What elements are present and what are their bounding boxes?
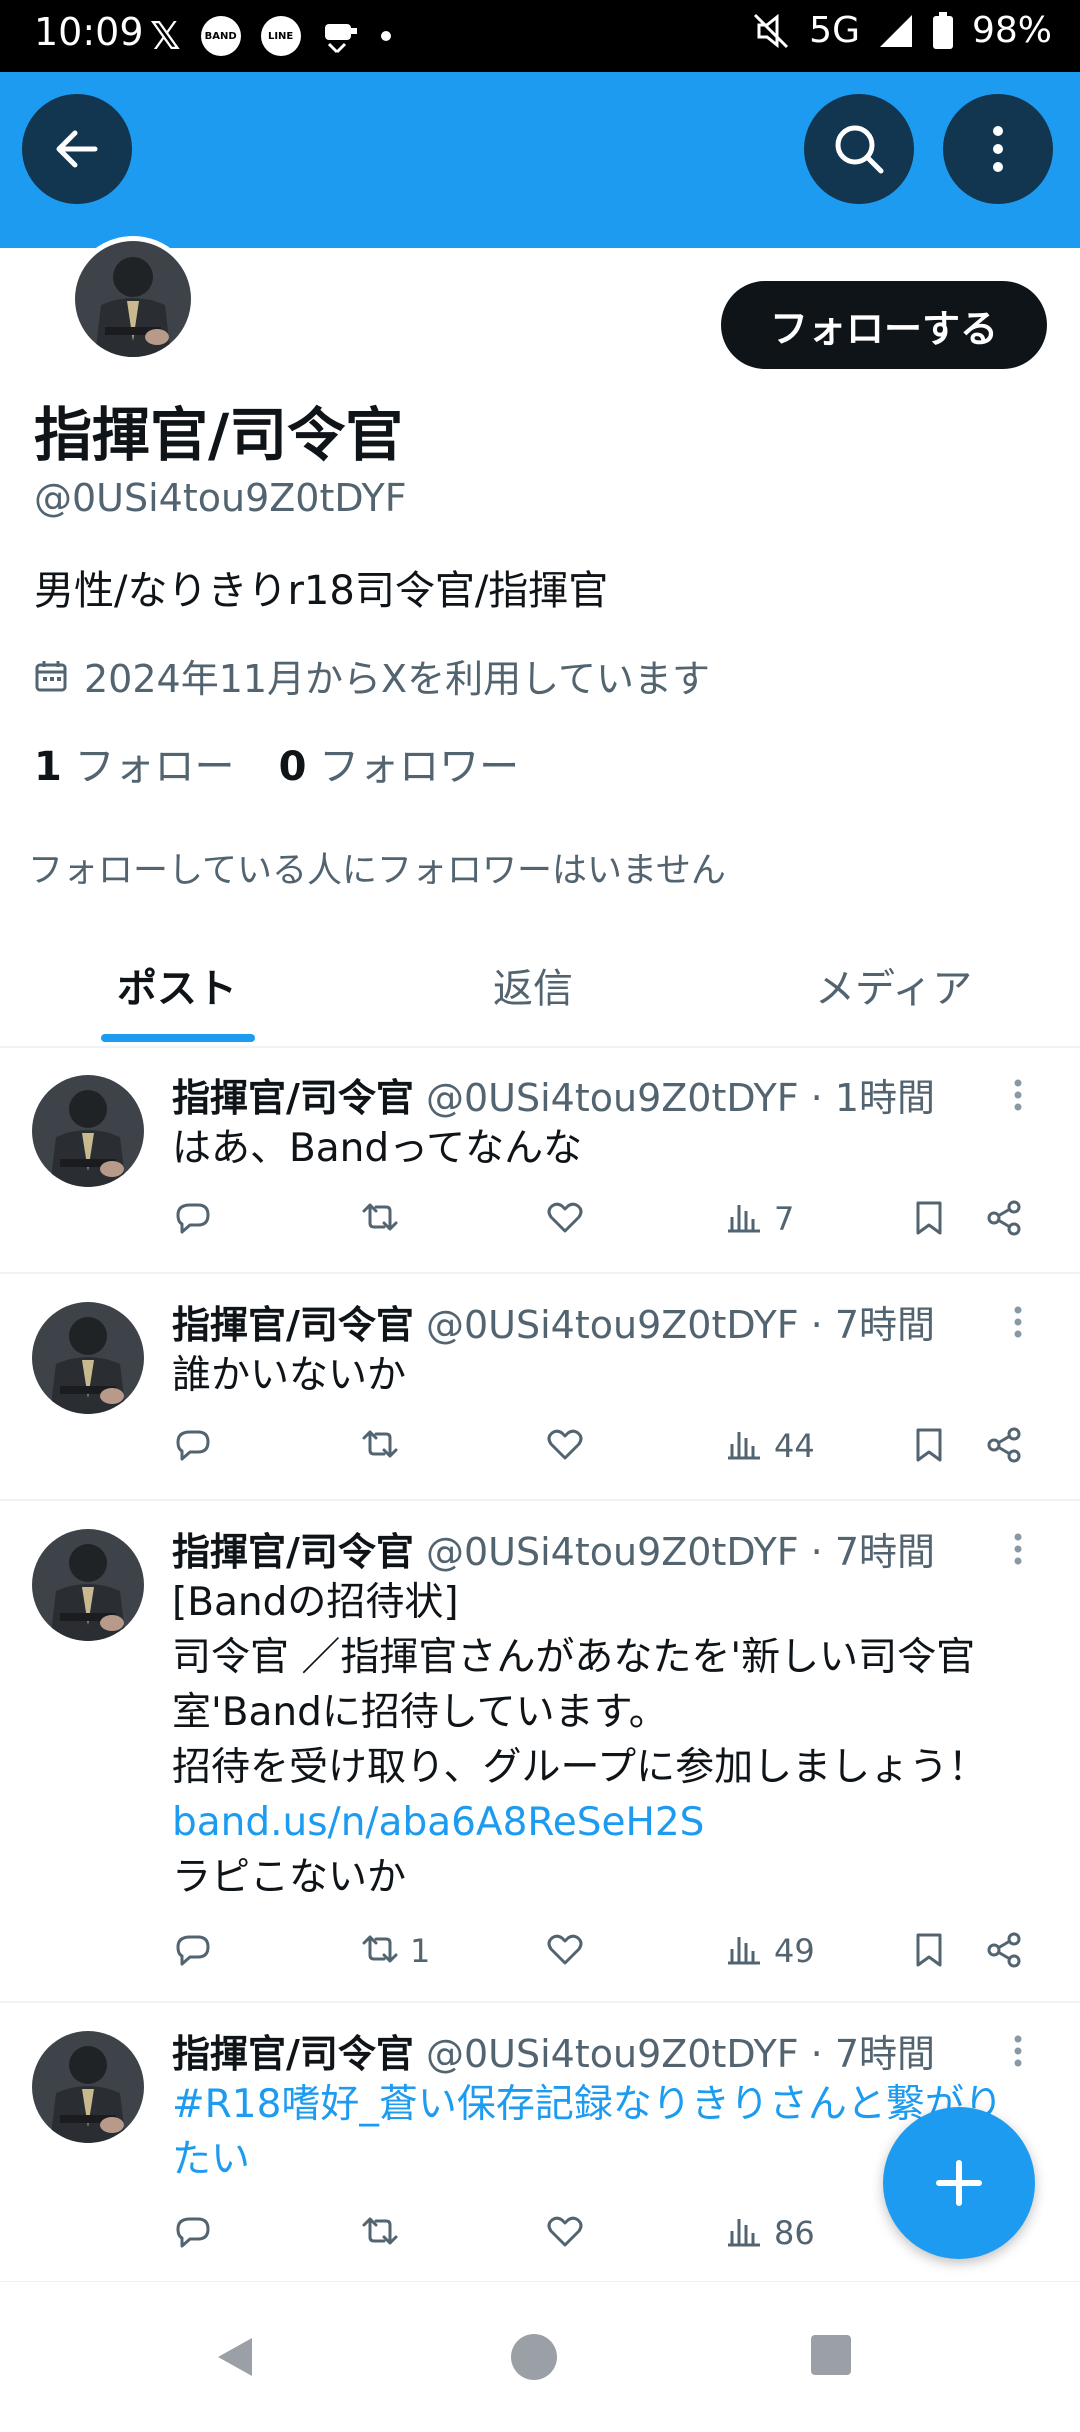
post-item[interactable]: 指揮官/司令官 @0USi4tou9Z0tDYF · 7時間 誰かいないか 44	[0, 1274, 1080, 1501]
views-count: 44	[774, 1427, 815, 1465]
post-text: [Bandの招待状] 司令官 ／指揮官さんがあなたを'新しい司令官 室'Band…	[172, 1575, 1032, 1905]
like-icon[interactable]	[543, 1929, 587, 1973]
bookmark-icon[interactable]	[908, 1929, 952, 1973]
mute-icon	[751, 11, 791, 51]
user-handle: @0USi4tou9Z0tDYF	[34, 476, 407, 520]
post-header: 指揮官/司令官 @0USi4tou9Z0tDYF · 7時間	[172, 2032, 936, 2076]
battery-level: 98%	[971, 10, 1052, 51]
x-icon: 𝕏	[150, 14, 181, 58]
tab-replies[interactable]: 返信	[493, 956, 573, 1014]
profile-bio: 男性/なりきりr18司令官/指揮官	[34, 568, 609, 614]
post-more-icon[interactable]	[1012, 1531, 1024, 1567]
calendar-icon	[35, 660, 67, 691]
status-bar: 10:09 𝕏 BAND LINE 5G 98%	[0, 0, 1080, 72]
follow-stats: 1 フォロー 0 フォロワー	[34, 734, 519, 792]
search-icon	[835, 125, 884, 174]
band-icon: BAND	[200, 16, 241, 56]
profile-avatar[interactable]	[70, 236, 196, 362]
retweet-icon[interactable]	[358, 1424, 410, 1468]
post-header: 指揮官/司令官 @0USi4tou9Z0tDYF · 7時間	[172, 1530, 936, 1574]
network-label: 5G	[809, 10, 860, 51]
share-icon[interactable]	[984, 1929, 1028, 1973]
tab-media[interactable]: メディア	[815, 956, 972, 1014]
profile-tabs: ポスト 返信 メディア	[0, 930, 1080, 1048]
system-icons: 5G 98%	[751, 10, 1052, 51]
arrow-left-icon	[56, 130, 98, 168]
signal-icon	[878, 13, 914, 49]
views-icon[interactable]: 49	[722, 1929, 815, 1973]
tab-posts[interactable]: ポスト	[117, 956, 237, 1014]
views-count: 7	[774, 1200, 795, 1238]
views-icon[interactable]: 7	[722, 1197, 794, 1241]
followers-stat[interactable]: 0 フォロワー	[279, 734, 520, 792]
post-more-icon[interactable]	[1012, 1304, 1024, 1340]
retweet-count: 1	[410, 1932, 431, 1970]
post-avatar[interactable]	[32, 1529, 144, 1641]
back-button[interactable]	[22, 94, 132, 204]
views-count: 86	[774, 2214, 815, 2252]
post-text: はあ、Bandってなんな	[172, 1126, 583, 1171]
post-header: 指揮官/司令官 @0USi4tou9Z0tDYF · 7時間	[172, 1303, 936, 1347]
post-avatar[interactable]	[32, 2031, 144, 2143]
reply-icon[interactable]	[170, 1197, 214, 1241]
reply-icon[interactable]	[170, 2211, 214, 2255]
nav-recents-icon[interactable]	[808, 2332, 854, 2378]
followers-notice: フォローしている人にフォロワーはいません	[28, 851, 726, 891]
retweet-icon[interactable]	[358, 2211, 410, 2255]
more-vertical-icon	[993, 126, 1003, 172]
like-icon[interactable]	[543, 1424, 587, 1468]
dot-icon	[380, 31, 391, 41]
notification-icons: 𝕏 BAND LINE	[150, 14, 391, 58]
active-tab-indicator	[101, 1034, 255, 1042]
invite-link[interactable]: band.us/n/aba6A8ReSeH2S	[172, 1795, 1032, 1850]
hashtag-link[interactable]: #R18嗜好_蒼い保存記録なりきりさんと繋がり	[172, 2077, 1032, 2132]
post-actions: 44	[0, 1424, 1080, 1484]
post-text: 誰かいないか	[172, 1353, 407, 1398]
post-avatar[interactable]	[32, 1302, 144, 1414]
retweet-icon[interactable]	[358, 1197, 410, 1241]
profile-header-banner	[0, 72, 1080, 248]
battery-icon	[932, 11, 954, 50]
post-item[interactable]: 指揮官/司令官 @0USi4tou9Z0tDYF · 1時間 はあ、Bandって…	[0, 1047, 1080, 1274]
post-header: 指揮官/司令官 @0USi4tou9Z0tDYF · 1時間	[172, 1076, 936, 1120]
retweet-icon[interactable]: 1	[358, 1929, 430, 1973]
nav-back-icon[interactable]	[210, 2332, 260, 2382]
app-icon	[321, 16, 361, 56]
follow-button[interactable]: フォローする	[721, 281, 1047, 369]
reply-icon[interactable]	[170, 1424, 214, 1468]
more-options-button[interactable]	[943, 94, 1053, 204]
views-icon[interactable]: 44	[722, 1424, 815, 1468]
bookmark-icon[interactable]	[908, 1424, 952, 1468]
status-time: 10:09	[34, 10, 144, 54]
plus-icon	[936, 2160, 982, 2206]
share-icon[interactable]	[984, 1424, 1028, 1468]
reply-icon[interactable]	[170, 1929, 214, 1973]
nav-home-icon[interactable]	[509, 2332, 559, 2382]
search-button[interactable]	[804, 94, 914, 204]
system-nav-bar	[0, 2282, 1080, 2432]
join-date: 2024年11月からXを利用しています	[34, 648, 710, 703]
following-stat[interactable]: 1 フォロー	[34, 734, 235, 792]
post-actions: 1 49	[0, 1929, 1080, 1989]
share-icon[interactable]	[984, 1197, 1028, 1241]
post-actions: 7	[0, 1197, 1080, 1257]
bookmark-icon[interactable]	[908, 1197, 952, 1241]
post-item[interactable]: 指揮官/司令官 @0USi4tou9Z0tDYF · 7時間 [Bandの招待状…	[0, 1501, 1080, 2003]
compose-button[interactable]	[883, 2107, 1035, 2259]
like-icon[interactable]	[543, 2211, 587, 2255]
views-count: 49	[774, 1932, 815, 1970]
post-more-icon[interactable]	[1012, 2033, 1024, 2069]
views-icon[interactable]: 86	[722, 2211, 815, 2255]
join-date-text: 2024年11月からXを利用しています	[84, 657, 710, 701]
post-more-icon[interactable]	[1012, 1077, 1024, 1113]
post-avatar[interactable]	[32, 1075, 144, 1187]
like-icon[interactable]	[543, 1197, 587, 1241]
line-icon: LINE	[260, 16, 301, 56]
display-name: 指揮官/司令官	[34, 401, 404, 469]
